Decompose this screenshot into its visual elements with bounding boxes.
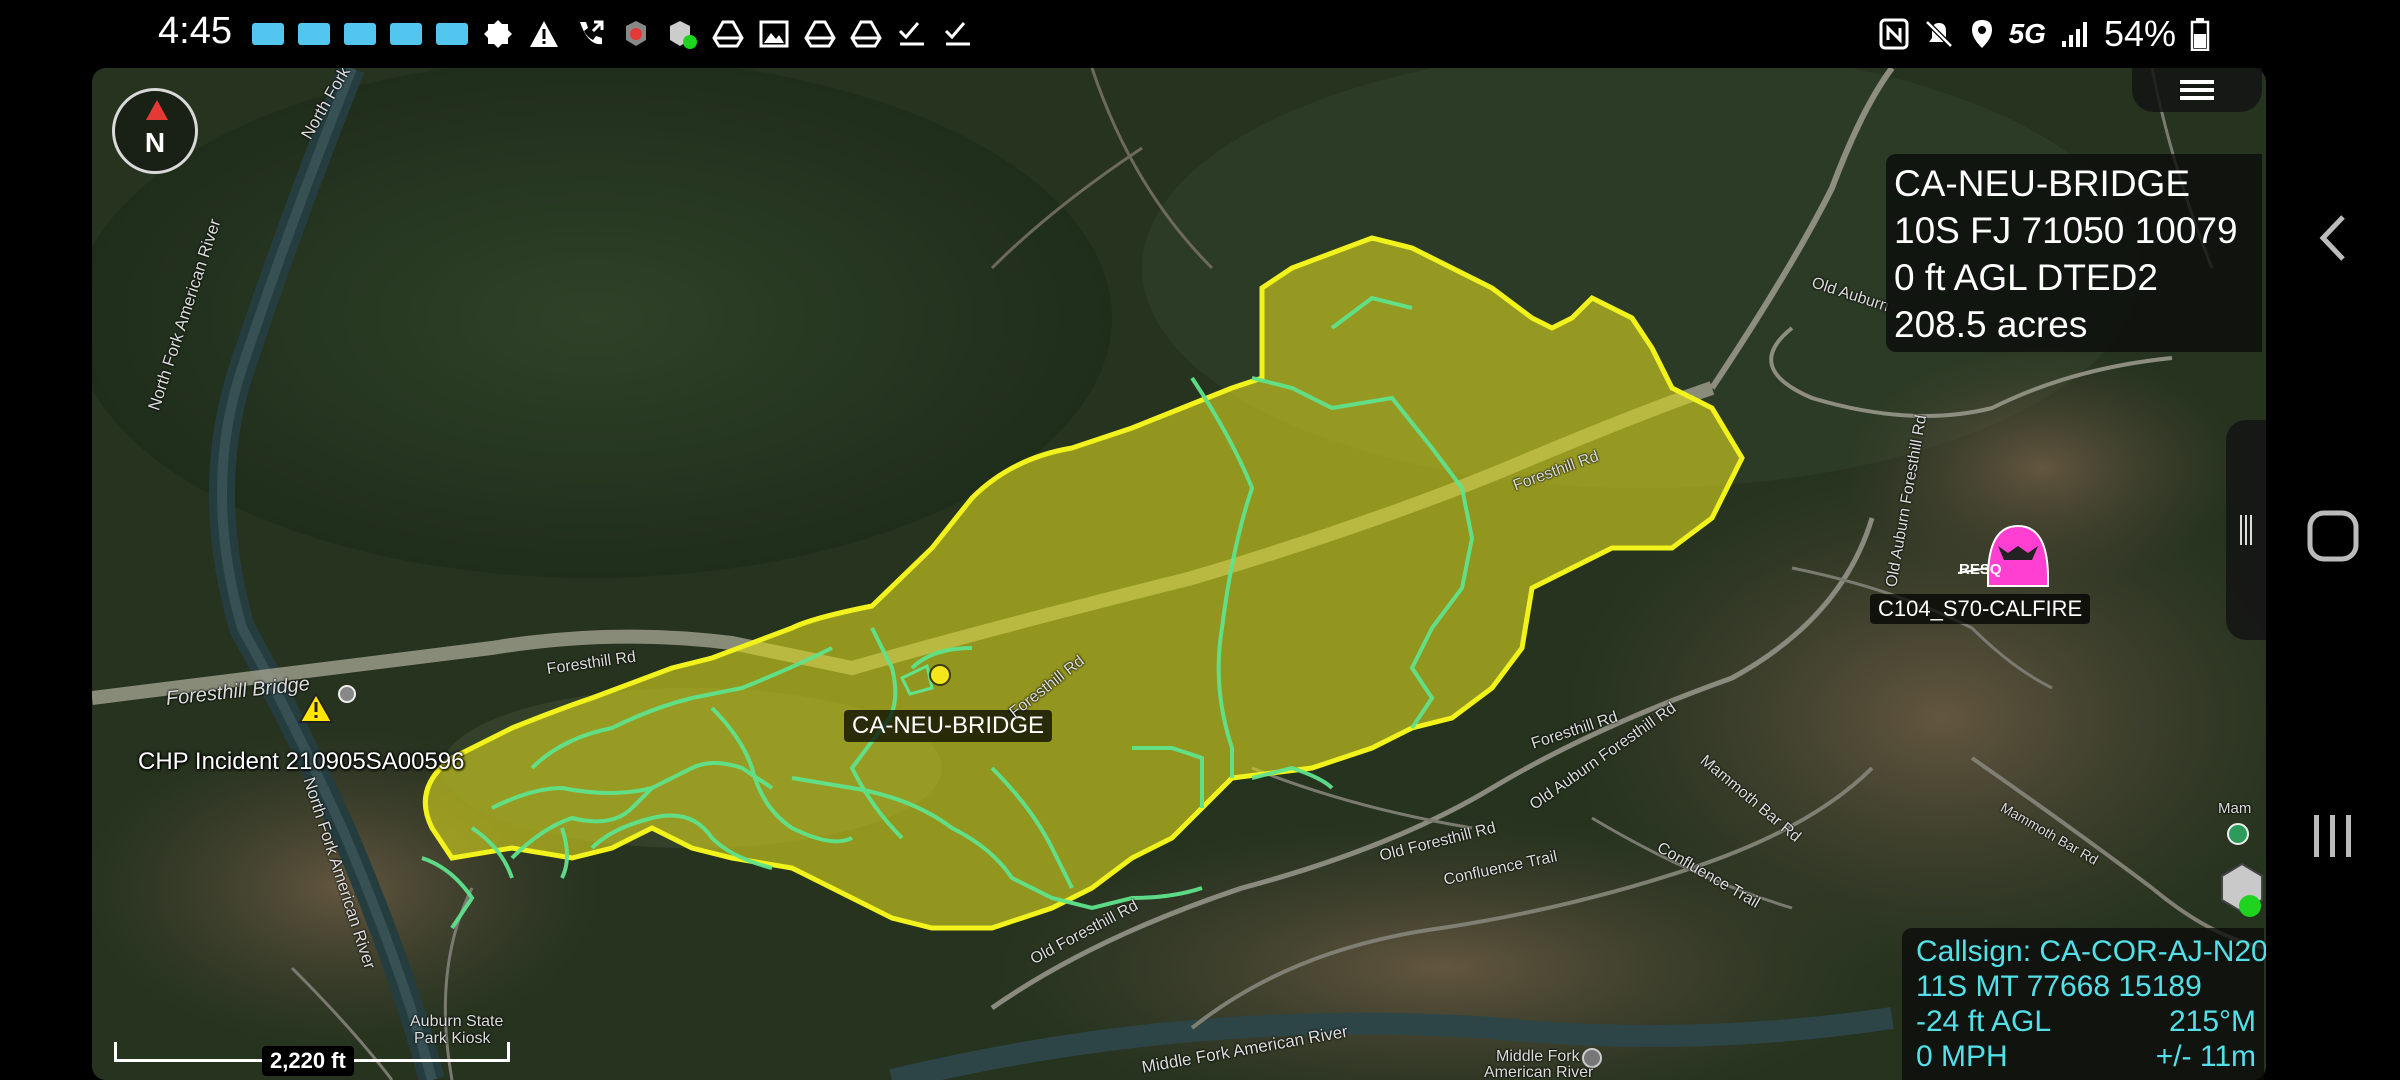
north-arrow-icon [146, 100, 168, 120]
resource-badge: RESQ [1959, 561, 2002, 578]
nfc-icon [1879, 18, 1909, 50]
item-area: 208.5 acres [1894, 304, 2088, 345]
fire-centroid-marker[interactable] [929, 664, 951, 686]
recents-button[interactable] [2266, 776, 2400, 896]
self-callsign: Callsign: CA-COR-AJ-N20 [1916, 935, 2268, 968]
app-rect-icon [342, 18, 378, 50]
app-rect-icon [388, 18, 424, 50]
app-rect-icon [250, 18, 286, 50]
network-type: 5G [2008, 18, 2046, 49]
drive-icon [848, 18, 884, 50]
self-info-panel[interactable]: Callsign: CA-COR-AJ-N20 11S MT 77668 151… [1902, 928, 2268, 1080]
side-panel-handle[interactable] [2226, 420, 2266, 640]
hamburger-menu-button[interactable] [2132, 68, 2262, 112]
home-button[interactable] [2266, 476, 2400, 596]
self-heading: 215°M [2168, 1005, 2256, 1038]
park-label: Auburn State [410, 1013, 504, 1030]
system-nav-bar [2266, 68, 2400, 1080]
grip-icon [2245, 515, 2247, 545]
back-button[interactable] [2266, 178, 2400, 298]
checklist-icon [894, 18, 930, 50]
checklist-icon [940, 18, 976, 50]
tak-green-icon [664, 18, 700, 50]
poi-label: American River [1484, 1064, 1594, 1080]
warning-icon [526, 18, 562, 50]
status-bar: 4:45 5G 54% [0, 0, 2400, 68]
selected-item-panel[interactable]: CA-NEU-BRIDGE 10S FJ 71050 10079 0 ft AG… [1886, 154, 2262, 352]
image-icon [756, 18, 792, 50]
compass-label: N [144, 127, 166, 158]
menu-icon [2180, 88, 2214, 92]
compass-button[interactable]: N [112, 88, 198, 174]
system-status-icons: 5G 54% [1879, 10, 2210, 58]
battery-icon [2190, 18, 2210, 51]
mute-icon [1924, 20, 1953, 48]
call-forward-icon [572, 18, 608, 50]
poi-label: Mam [2218, 800, 2252, 817]
tak-red-icon [618, 18, 654, 50]
incident-label[interactable]: CHP Incident 210905SA00596 [138, 748, 464, 776]
item-elevation: 0 ft AGL DTED2 [1894, 257, 2158, 298]
app-rect-icon [296, 18, 332, 50]
home-icon [2307, 510, 2359, 562]
chevron-left-icon [2319, 215, 2345, 261]
battery-level: 54% [2103, 13, 2176, 54]
drive-icon [710, 18, 746, 50]
self-speed: 0 MPH [1916, 1040, 2008, 1073]
signal-icon [2061, 22, 2087, 47]
self-mgrs: 11S MT 77668 15189 [1916, 970, 2202, 1003]
badge-icon [480, 18, 516, 50]
notification-icons [250, 16, 976, 52]
item-mgrs: 10S FJ 71050 10079 [1894, 210, 2238, 251]
app-rect-icon [434, 18, 470, 50]
drive-icon [802, 18, 838, 50]
scale-label: 2,220 ft [262, 1046, 354, 1076]
self-elevation: -24 ft AGL [1916, 1005, 2052, 1038]
location-icon [1971, 20, 1992, 48]
self-accuracy: +/- 11m [2155, 1040, 2256, 1073]
item-name: CA-NEU-BRIDGE [1894, 163, 2191, 204]
resource-label[interactable]: C104_S70-CALFIRE [1870, 594, 2091, 624]
status-time: 4:45 [158, 10, 232, 52]
recents-icon [2314, 815, 2351, 857]
